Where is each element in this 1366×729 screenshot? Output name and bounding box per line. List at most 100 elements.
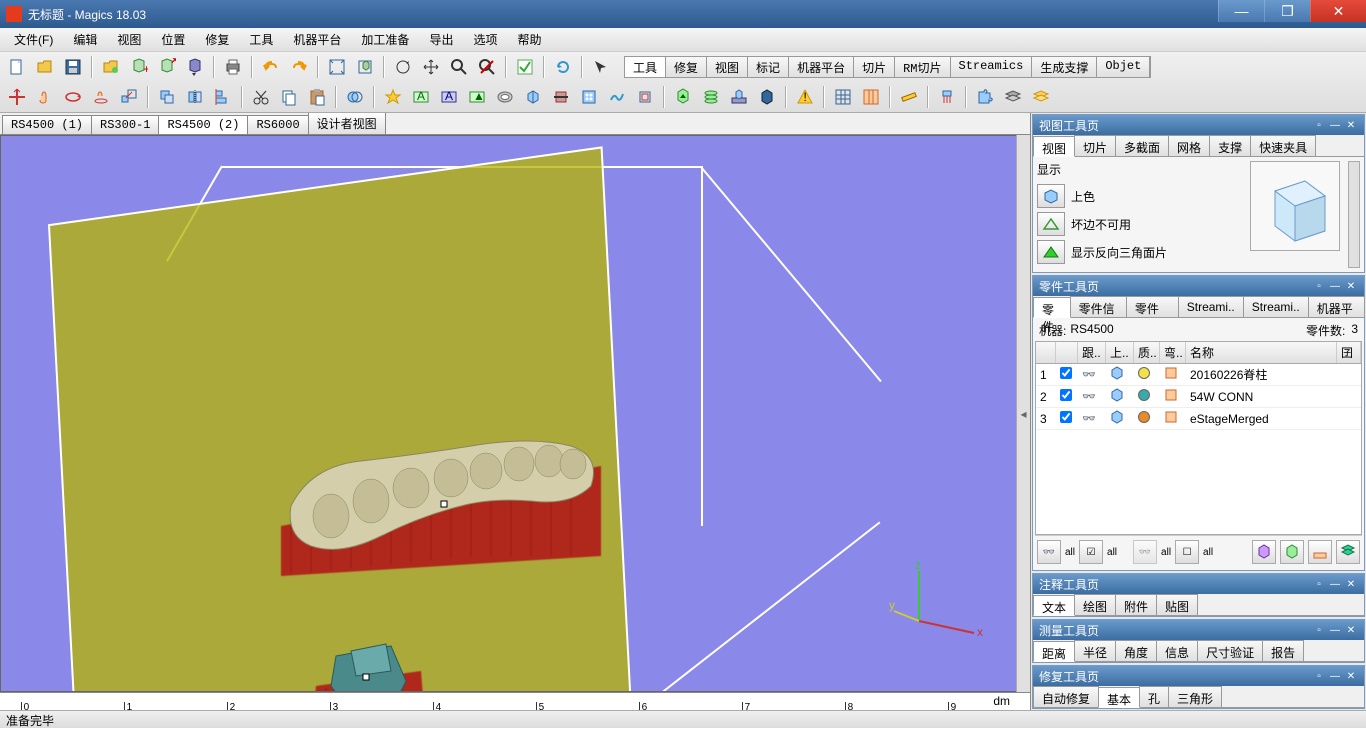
label-a-button[interactable]: A <box>408 84 434 110</box>
part-tool-4[interactable] <box>1336 540 1360 564</box>
tab-partfix[interactable]: 零件修.. <box>1126 296 1179 317</box>
deselect-all-button[interactable]: ☐ <box>1175 540 1199 564</box>
panel-header[interactable]: 测量工具页 ▫ — ✕ <box>1033 620 1364 640</box>
panel-drag-handle[interactable]: ◂ <box>1016 135 1030 692</box>
tab-fixture[interactable]: 快速夹具 <box>1250 135 1316 156</box>
tab-grid[interactable]: 网格 <box>1168 135 1210 156</box>
table-row[interactable]: 3 👓 eStageMerged <box>1036 408 1361 430</box>
tab-draw[interactable]: 绘图 <box>1074 594 1116 615</box>
new-button[interactable] <box>4 54 30 80</box>
model-connector[interactable] <box>301 626 441 692</box>
minus-icon[interactable]: — <box>1328 669 1342 683</box>
menu-tools[interactable]: 工具 <box>239 28 283 51</box>
part-tool-1[interactable] <box>1252 540 1276 564</box>
shell-button[interactable] <box>492 84 518 110</box>
menu-export[interactable]: 导出 <box>419 28 463 51</box>
grid-button[interactable] <box>830 84 856 110</box>
mirror-button[interactable] <box>182 84 208 110</box>
tab-streamics1[interactable]: Streami.. <box>1178 296 1244 317</box>
tooltab-machine[interactable]: 机器平台 <box>789 57 854 77</box>
tab-distance[interactable]: 距离 <box>1033 641 1075 662</box>
unload-part-button[interactable]: ✕ <box>154 54 180 80</box>
table-row[interactable]: 2 👓 54W CONN <box>1036 386 1361 408</box>
tooltab-slice[interactable]: 切片 <box>854 57 895 77</box>
tab-holes[interactable]: 孔 <box>1139 686 1169 707</box>
pin-icon[interactable]: ▫ <box>1312 279 1326 293</box>
rotate-button[interactable] <box>390 54 416 80</box>
align-button[interactable] <box>210 84 236 110</box>
tooltab-objet[interactable]: Objet <box>1097 57 1150 77</box>
minus-icon[interactable]: — <box>1328 279 1342 293</box>
puzzle-button[interactable] <box>972 84 998 110</box>
tree-up-button[interactable] <box>670 84 696 110</box>
measure-button[interactable] <box>896 84 922 110</box>
panel-header[interactable]: 注释工具页 ▫ — ✕ <box>1033 574 1364 594</box>
glasses-icon[interactable]: 👓 <box>1078 388 1106 405</box>
part-tool-2[interactable] <box>1280 540 1304 564</box>
bad-edges-button[interactable] <box>1037 212 1065 236</box>
copy-button[interactable] <box>276 84 302 110</box>
tab-attach[interactable]: 附件 <box>1115 594 1157 615</box>
tab-radius[interactable]: 半径 <box>1074 640 1116 661</box>
tab-autofix[interactable]: 自动修复 <box>1033 686 1099 707</box>
open-button[interactable] <box>32 54 58 80</box>
zoom-button[interactable] <box>446 54 472 80</box>
menu-view[interactable]: 视图 <box>107 28 151 51</box>
scene-tab[interactable]: RS300-1 <box>91 115 159 134</box>
scene-tab[interactable]: RS6000 <box>247 115 308 134</box>
orientation-cube[interactable] <box>1250 161 1340 251</box>
close-icon[interactable]: ✕ <box>1344 669 1358 683</box>
minus-icon[interactable]: — <box>1328 623 1342 637</box>
glasses-icon[interactable]: 👓 <box>1078 366 1106 383</box>
model-spine[interactable] <box>261 406 621 586</box>
add-part-button[interactable]: + <box>126 54 152 80</box>
tooltab-rmslice[interactable]: RM切片 <box>895 57 950 77</box>
solid-button[interactable] <box>754 84 780 110</box>
cut-section-button[interactable] <box>548 84 574 110</box>
paste-button[interactable] <box>304 84 330 110</box>
scene-tab[interactable]: 设计者视图 <box>308 113 386 134</box>
tab-angle[interactable]: 角度 <box>1115 640 1157 661</box>
layers-button[interactable] <box>1000 84 1026 110</box>
tab-parts[interactable]: 零件 <box>1033 297 1071 318</box>
save-part-dropdown[interactable] <box>182 54 208 80</box>
scrollbar[interactable] <box>1348 161 1360 268</box>
rotate-part-button[interactable] <box>60 84 86 110</box>
tooltab-fix[interactable]: 修复 <box>666 57 707 77</box>
menu-options[interactable]: 选项 <box>463 28 507 51</box>
tab-multisection[interactable]: 多截面 <box>1115 135 1169 156</box>
move-hand-button[interactable] <box>32 84 58 110</box>
warning-button[interactable]: ! <box>792 84 818 110</box>
zoom-fit-button[interactable] <box>324 54 350 80</box>
menu-position[interactable]: 位置 <box>151 28 195 51</box>
save-button[interactable] <box>60 54 86 80</box>
tab-report[interactable]: 报告 <box>1262 640 1304 661</box>
check-button[interactable] <box>512 54 538 80</box>
hide-all-button[interactable]: 👓 <box>1133 540 1157 564</box>
select-all-button[interactable]: ☑ <box>1079 540 1103 564</box>
minimize-button[interactable]: — <box>1218 0 1264 22</box>
tab-support[interactable]: 支撑 <box>1209 135 1251 156</box>
tooltab-view[interactable]: 视图 <box>707 57 748 77</box>
tab-partinfo[interactable]: 零件信息 <box>1070 296 1127 317</box>
close-icon[interactable]: ✕ <box>1344 118 1358 132</box>
pin-icon[interactable]: ▫ <box>1312 577 1326 591</box>
import-part-button[interactable] <box>98 54 124 80</box>
row-checkbox[interactable] <box>1060 389 1072 401</box>
menu-edit[interactable]: 编辑 <box>63 28 107 51</box>
shading-button[interactable] <box>1037 184 1065 208</box>
panel-header[interactable]: 视图工具页 ▫ — ✕ <box>1033 115 1364 135</box>
zoom-clear-button[interactable] <box>474 54 500 80</box>
tab-slice[interactable]: 切片 <box>1074 135 1116 156</box>
label-c-button[interactable]: ▲ <box>464 84 490 110</box>
pin-icon[interactable]: ▫ <box>1312 623 1326 637</box>
menu-machine[interactable]: 机器平台 <box>283 28 351 51</box>
minus-icon[interactable]: — <box>1328 577 1342 591</box>
print-button[interactable] <box>220 54 246 80</box>
row-checkbox[interactable] <box>1060 367 1072 379</box>
tab-streamics2[interactable]: Streami.. <box>1243 296 1309 317</box>
tab-basic[interactable]: 基本 <box>1098 687 1140 708</box>
arrow-button[interactable] <box>588 54 614 80</box>
rotate-hand-button[interactable] <box>88 84 114 110</box>
minus-icon[interactable]: — <box>1328 118 1342 132</box>
